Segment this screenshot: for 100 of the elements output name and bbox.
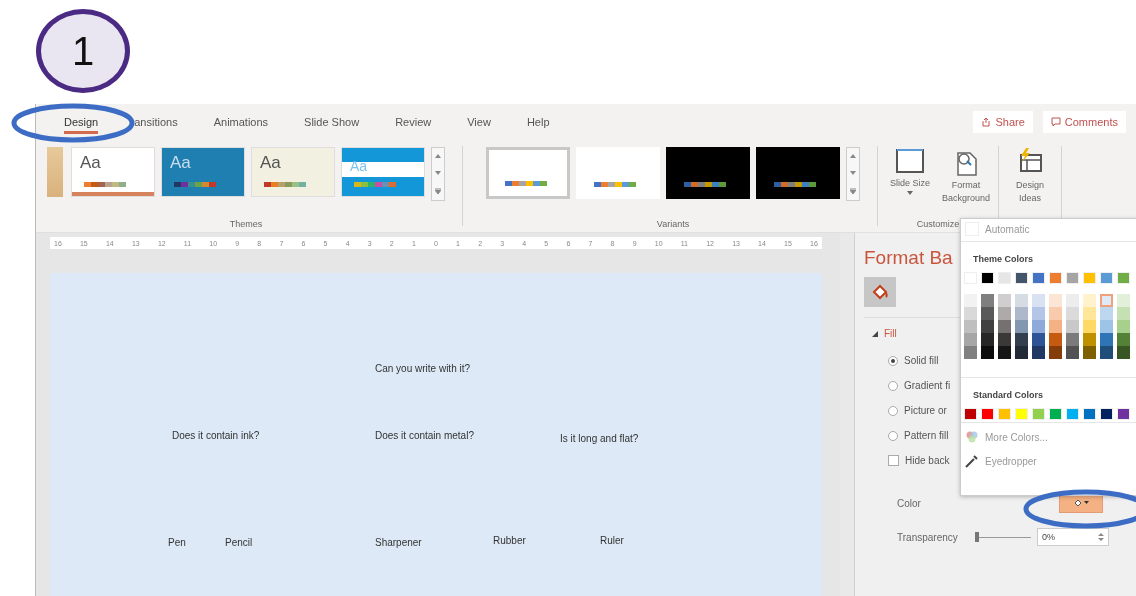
collapse-icon[interactable] xyxy=(872,330,878,337)
color-swatch[interactable] xyxy=(1049,294,1062,307)
color-swatch[interactable] xyxy=(1032,272,1045,284)
radio-button[interactable] xyxy=(888,355,898,366)
color-swatch[interactable] xyxy=(1117,320,1130,333)
color-swatch[interactable] xyxy=(981,408,994,420)
color-swatch[interactable] xyxy=(1066,408,1079,420)
color-swatch[interactable] xyxy=(1083,408,1096,420)
slide-size-button[interactable]: Slide Size xyxy=(884,147,936,206)
color-swatch[interactable] xyxy=(1100,346,1113,359)
color-swatch[interactable] xyxy=(1083,294,1096,307)
gallery-scroll-buttons[interactable] xyxy=(846,147,860,201)
color-swatch[interactable] xyxy=(981,333,994,346)
color-swatch[interactable] xyxy=(964,346,977,359)
color-swatch[interactable] xyxy=(1015,294,1028,307)
color-swatch[interactable] xyxy=(998,272,1011,284)
color-swatch[interactable] xyxy=(1032,307,1045,320)
color-swatch[interactable] xyxy=(1066,333,1079,346)
variant-thumbnail[interactable] xyxy=(666,147,750,199)
color-swatch[interactable] xyxy=(1015,333,1028,346)
color-swatch[interactable] xyxy=(1066,346,1079,359)
color-swatch[interactable] xyxy=(998,408,1011,420)
color-swatch[interactable] xyxy=(1032,346,1045,359)
color-swatch[interactable] xyxy=(1015,272,1028,284)
color-swatch[interactable] xyxy=(1049,272,1062,284)
theme-thumbnail[interactable] xyxy=(47,147,63,197)
color-swatch[interactable] xyxy=(1049,346,1062,359)
color-swatch[interactable] xyxy=(998,320,1011,333)
color-swatch[interactable] xyxy=(1032,294,1045,307)
color-swatch[interactable] xyxy=(981,346,994,359)
transparency-field[interactable]: 0% xyxy=(1037,528,1109,546)
color-swatch[interactable] xyxy=(981,272,994,284)
color-swatch[interactable] xyxy=(1066,294,1079,307)
color-swatch[interactable] xyxy=(1100,333,1113,346)
ribbon-tab[interactable]: Review xyxy=(381,112,446,132)
color-swatch[interactable] xyxy=(998,307,1011,320)
color-swatch[interactable] xyxy=(1117,333,1130,346)
format-background-button[interactable]: Format Background xyxy=(940,147,992,206)
color-swatch[interactable] xyxy=(1100,320,1113,333)
radio-button[interactable] xyxy=(888,405,898,416)
color-swatch[interactable] xyxy=(1066,272,1079,284)
color-swatch[interactable] xyxy=(1015,408,1028,420)
ribbon-tab[interactable]: ansitions xyxy=(120,112,192,132)
color-swatch[interactable] xyxy=(1083,346,1096,359)
color-swatch[interactable] xyxy=(1083,272,1096,284)
color-swatch[interactable] xyxy=(964,408,977,420)
radio-button[interactable] xyxy=(888,380,898,391)
color-swatch[interactable] xyxy=(981,307,994,320)
option-label: Hide back xyxy=(905,455,950,466)
color-swatch[interactable] xyxy=(1015,307,1028,320)
ribbon-tab[interactable]: View xyxy=(453,112,505,132)
color-swatch[interactable] xyxy=(964,307,977,320)
color-swatch[interactable] xyxy=(998,346,1011,359)
color-swatch[interactable] xyxy=(1015,346,1028,359)
color-swatch[interactable] xyxy=(964,333,977,346)
theme-thumbnail[interactable]: Aa xyxy=(251,147,335,197)
color-swatch[interactable] xyxy=(1083,320,1096,333)
color-swatch[interactable] xyxy=(1066,307,1079,320)
theme-thumbnail[interactable]: Aa xyxy=(71,147,155,197)
color-swatch[interactable] xyxy=(1083,333,1096,346)
color-swatch[interactable] xyxy=(981,320,994,333)
color-swatch[interactable] xyxy=(1015,320,1028,333)
color-swatch[interactable] xyxy=(1083,307,1096,320)
color-swatch[interactable] xyxy=(1117,408,1130,420)
share-button[interactable]: Share xyxy=(973,111,1033,133)
color-swatch[interactable] xyxy=(1032,408,1045,420)
color-swatch[interactable] xyxy=(1117,272,1130,284)
gallery-scroll-buttons[interactable] xyxy=(431,147,445,201)
color-swatch[interactable] xyxy=(981,294,994,307)
fill-button[interactable] xyxy=(864,277,896,307)
color-swatch[interactable] xyxy=(1049,320,1062,333)
color-swatch[interactable] xyxy=(1100,307,1113,320)
color-swatch[interactable] xyxy=(1049,307,1062,320)
color-swatch[interactable] xyxy=(1117,346,1130,359)
color-swatch[interactable] xyxy=(964,294,977,307)
ribbon-tab[interactable]: Animations xyxy=(199,112,283,132)
slide-text: Is it long and flat? xyxy=(560,433,639,444)
variant-thumbnail[interactable] xyxy=(756,147,840,199)
comments-button[interactable]: Comments xyxy=(1042,111,1126,133)
ribbon-tab[interactable]: Help xyxy=(512,112,564,132)
color-swatch[interactable] xyxy=(1100,272,1113,284)
ribbon-tab[interactable]: Slide Show xyxy=(290,112,374,132)
slide[interactable]: Can you write with it? Does it contain ink? Does it contain metal? Is it long and flat? Pen Pencil Sharpener Rubber Ruler xyxy=(50,273,822,596)
color-swatch[interactable] xyxy=(1117,294,1130,307)
color-swatch[interactable] xyxy=(964,320,977,333)
radio-button[interactable] xyxy=(888,430,898,441)
color-swatch[interactable] xyxy=(1100,408,1113,420)
color-swatch[interactable] xyxy=(1100,294,1113,307)
color-swatch[interactable] xyxy=(998,294,1011,307)
color-swatch[interactable] xyxy=(1049,408,1062,420)
color-swatch[interactable] xyxy=(1117,307,1130,320)
color-swatch[interactable] xyxy=(1066,320,1079,333)
color-swatch[interactable] xyxy=(1049,333,1062,346)
design-ideas-button[interactable]: Design Ideas xyxy=(1004,147,1056,206)
checkbox[interactable] xyxy=(888,455,899,466)
color-swatch[interactable] xyxy=(1032,333,1045,346)
color-swatch[interactable] xyxy=(998,333,1011,346)
color-swatch[interactable] xyxy=(1032,320,1045,333)
slider-thumb[interactable] xyxy=(975,531,979,542)
slide-text: Pen xyxy=(168,537,186,548)
